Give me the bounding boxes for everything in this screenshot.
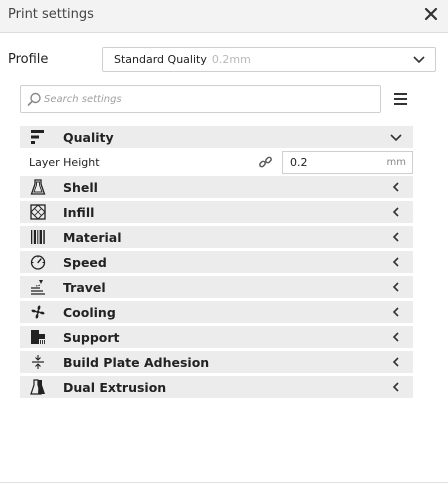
category-shell[interactable]: Shell (20, 176, 413, 198)
category-quality[interactable]: Quality (20, 126, 413, 148)
profile-dropdown[interactable]: Standard Quality 0.2mm (102, 47, 436, 72)
layer-height-unit: mm (386, 157, 406, 168)
category-support[interactable]: Support (20, 326, 413, 348)
chevron-left-icon (392, 182, 399, 192)
build-plate-adhesion-icon (32, 355, 44, 369)
dual-extrusion-icon (30, 379, 45, 395)
layer-height-value: 0.2 (290, 156, 308, 169)
category-label: Dual Extrusion (63, 380, 167, 395)
category-travel[interactable]: Travel (20, 276, 413, 298)
panel-bottom-border (0, 482, 448, 483)
infill-icon (30, 204, 46, 220)
travel-icon (31, 280, 45, 295)
shell-icon (30, 179, 46, 195)
search-icon (27, 92, 41, 106)
speed-icon (30, 255, 46, 270)
category-label: Build Plate Adhesion (63, 355, 210, 370)
search-box (20, 85, 381, 113)
chevron-left-icon (392, 282, 399, 292)
profile-layer-detail: 0.2mm (211, 53, 251, 66)
chevron-left-icon (392, 232, 399, 242)
category-infill[interactable]: Infill (20, 201, 413, 223)
print-settings-header: Print settings (0, 0, 448, 33)
category-cooling[interactable]: Cooling (20, 301, 413, 323)
category-material[interactable]: Material (20, 226, 413, 248)
chevron-left-icon (392, 357, 399, 367)
cooling-icon (31, 305, 45, 319)
category-label: Quality (63, 130, 114, 145)
category-label: Material (63, 230, 122, 245)
link-icon[interactable] (258, 155, 273, 170)
chevron-left-icon (392, 382, 399, 392)
profile-name: Standard Quality (114, 53, 207, 66)
support-icon (31, 330, 45, 344)
category-build-plate-adhesion[interactable]: Build Plate Adhesion (20, 351, 413, 373)
category-label: Travel (63, 280, 106, 295)
category-label: Infill (63, 205, 95, 220)
layer-height-field[interactable]: 0.2 mm (282, 151, 413, 174)
chevron-down-icon (390, 134, 402, 142)
chevron-left-icon (392, 332, 399, 342)
category-label: Cooling (63, 305, 116, 320)
profile-value: Standard Quality 0.2mm (114, 53, 251, 66)
chevron-left-icon (392, 257, 399, 267)
category-dual-extrusion[interactable]: Dual Extrusion (20, 376, 413, 398)
category-label: Speed (63, 255, 107, 270)
panel-title: Print settings (8, 7, 94, 22)
category-label: Shell (63, 180, 98, 195)
chevron-left-icon (392, 207, 399, 217)
close-icon[interactable] (423, 6, 439, 22)
chevron-left-icon (392, 307, 399, 317)
search-input[interactable] (44, 90, 364, 108)
material-icon (31, 230, 45, 244)
settings-menu-icon[interactable] (393, 92, 409, 106)
layer-height-label: Layer Height (29, 156, 100, 169)
setting-layer-height: Layer Height 0.2 mm (20, 150, 413, 175)
profile-label: Profile (8, 52, 49, 67)
category-label: Support (63, 330, 120, 345)
chevron-down-icon (413, 56, 425, 64)
quality-icon (31, 130, 44, 144)
category-speed[interactable]: Speed (20, 251, 413, 273)
